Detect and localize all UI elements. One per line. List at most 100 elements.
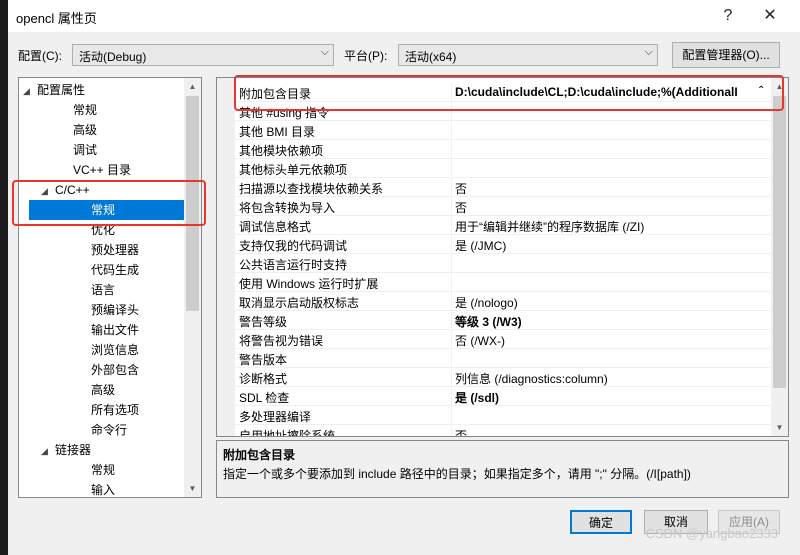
- tree-item[interactable]: ◢ 链接器: [41, 440, 91, 460]
- property-value[interactable]: 否: [455, 199, 467, 216]
- tree-item[interactable]: 常规: [77, 460, 115, 480]
- tree-item[interactable]: 调试: [59, 140, 97, 160]
- tree-item-label: 常规: [73, 103, 98, 117]
- platform-value: 活动(x64): [405, 50, 457, 64]
- tree-item[interactable]: 语言: [77, 280, 115, 300]
- tree-item-label: 调试: [73, 143, 98, 157]
- property-name: 使用 Windows 运行时扩展: [239, 277, 379, 291]
- property-row[interactable]: 其他 BMI 目录: [217, 121, 772, 140]
- scroll-down-icon[interactable]: ▼: [184, 480, 201, 497]
- tree-item-label: 高级: [73, 123, 98, 137]
- tree-item[interactable]: 命令行: [77, 420, 127, 440]
- property-value[interactable]: 是 (/JMC): [455, 237, 506, 254]
- property-name: 诊断格式: [239, 372, 288, 386]
- scroll-down-icon[interactable]: ▼: [771, 419, 788, 436]
- property-grid[interactable]: 附加包含目录 D:\cuda\include\CL;D:\cuda\include…: [216, 77, 789, 437]
- tree-item[interactable]: 高级: [59, 120, 97, 140]
- property-name: 扫描源以查找模块依赖关系: [239, 182, 384, 196]
- column-divider: [451, 197, 452, 216]
- column-divider: [451, 387, 452, 406]
- property-value[interactable]: 列信息 (/diagnostics:column): [455, 370, 608, 387]
- property-name: 多处理器编译: [239, 410, 312, 424]
- property-name: 取消显示启动版权标志: [239, 296, 360, 310]
- chevron-down-icon: ⌵: [644, 46, 653, 58]
- scroll-up-icon[interactable]: ▲: [184, 78, 201, 95]
- expand-icon[interactable]: ◢: [23, 81, 37, 101]
- property-row[interactable]: SDL 检查 是 (/sdl): [217, 387, 772, 406]
- property-row[interactable]: 其他标头单元依赖项: [217, 159, 772, 178]
- property-row[interactable]: 扫描源以查找模块依赖关系 否: [217, 178, 772, 197]
- property-row[interactable]: 调试信息格式 用于“编辑并继续”的程序数据库 (/ZI): [217, 216, 772, 235]
- tree-item-label: 预处理器: [91, 243, 140, 257]
- column-divider: [451, 235, 452, 254]
- chevron-down-icon: ⌵: [320, 46, 329, 58]
- property-tree[interactable]: ◢ 配置属性 常规 高级 调试 VC++ 目录 ◢ C/C++ 常规 优化 预处理器 代码生成 语言 预编…: [18, 77, 202, 498]
- property-value[interactable]: 用于“编辑并继续”的程序数据库 (/ZI): [455, 218, 644, 235]
- tree-item[interactable]: 外部包含: [77, 360, 139, 380]
- tree-item[interactable]: 浏览信息: [77, 340, 139, 360]
- config-dropdown[interactable]: 活动(Debug) ⌵: [72, 44, 334, 66]
- platform-dropdown[interactable]: 活动(x64) ⌵: [398, 44, 658, 66]
- ok-button[interactable]: 确定: [570, 510, 632, 534]
- property-row[interactable]: 多处理器编译: [217, 406, 772, 425]
- tree-item[interactable]: 高级: [77, 380, 115, 400]
- grid-scroll-thumb[interactable]: [773, 96, 786, 388]
- tree-item-label: 高级: [91, 383, 116, 397]
- property-row[interactable]: 其他模块依赖项: [217, 140, 772, 159]
- tree-item[interactable]: VC++ 目录: [59, 160, 131, 180]
- property-value[interactable]: 等级 3 (/W3): [455, 313, 522, 330]
- tree-item[interactable]: 所有选项: [77, 400, 139, 420]
- config-manager-button[interactable]: 配置管理器(O)...: [672, 42, 780, 68]
- property-value[interactable]: 是 (/nologo): [455, 294, 518, 311]
- close-button[interactable]: ✕: [756, 4, 784, 28]
- tree-item-label: 命令行: [91, 423, 128, 437]
- property-row[interactable]: 启用地址擦除系统 否: [217, 425, 772, 437]
- property-row[interactable]: 使用 Windows 运行时扩展: [217, 273, 772, 292]
- property-row[interactable]: 将包含转换为导入 否: [217, 197, 772, 216]
- property-value[interactable]: 是 (/sdl): [455, 389, 499, 406]
- tree-scrollbar[interactable]: ▲ ▼: [184, 78, 201, 497]
- column-divider: [451, 406, 452, 425]
- property-name: 公共语言运行时支持: [239, 258, 348, 272]
- property-value[interactable]: 否: [455, 180, 467, 197]
- property-name: SDL 检查: [239, 391, 290, 405]
- property-name: 支持仅我的代码调试: [239, 239, 348, 253]
- property-row[interactable]: 将警告视为错误 否 (/WX-): [217, 330, 772, 349]
- config-value: 活动(Debug): [79, 50, 147, 64]
- property-value[interactable]: 否: [455, 427, 467, 436]
- property-row[interactable]: 警告等级 等级 3 (/W3): [217, 311, 772, 330]
- tree-item-label: 所有选项: [91, 403, 140, 417]
- property-value[interactable]: 否 (/WX-): [455, 332, 505, 349]
- property-row[interactable]: 取消显示启动版权标志 是 (/nologo): [217, 292, 772, 311]
- column-divider: [451, 121, 452, 140]
- property-name: 将包含转换为导入: [239, 201, 336, 215]
- property-name: 调试信息格式: [239, 220, 312, 234]
- column-divider: [451, 178, 452, 197]
- configuration-row: 配置(C): 活动(Debug) ⌵ 平台(P): 活动(x64) ⌵ 配置管理…: [8, 42, 800, 68]
- tree-item-label: 输入: [91, 483, 116, 497]
- description-panel: 附加包含目录 指定一个或多个要添加到 include 路径中的目录；如果指定多个…: [216, 440, 789, 498]
- tree-item[interactable]: 预编译头: [77, 300, 139, 320]
- tree-item[interactable]: 常规: [59, 100, 97, 120]
- column-divider: [451, 349, 452, 368]
- property-row[interactable]: 公共语言运行时支持: [217, 254, 772, 273]
- description-text: 指定一个或多个要添加到 include 路径中的目录；如果指定多个，请用 ";"…: [223, 467, 691, 481]
- tree-item[interactable]: 代码生成: [77, 260, 139, 280]
- expand-icon[interactable]: ◢: [41, 441, 55, 461]
- property-row[interactable]: 警告版本: [217, 349, 772, 368]
- tree-item-label: VC++ 目录: [73, 163, 132, 177]
- tree-item-label: 输出文件: [91, 323, 140, 337]
- tree-item-label: 配置属性: [37, 83, 86, 97]
- tree-item[interactable]: 输入: [77, 480, 116, 497]
- tree-item[interactable]: ◢ 配置属性: [23, 80, 85, 100]
- property-row[interactable]: 诊断格式 列信息 (/diagnostics:column): [217, 368, 772, 387]
- property-name: 启用地址擦除系统: [239, 429, 336, 437]
- property-row[interactable]: 支持仅我的代码调试 是 (/JMC): [217, 235, 772, 254]
- tree-item[interactable]: 预处理器: [77, 240, 139, 260]
- tree-item[interactable]: 输出文件: [77, 320, 139, 340]
- title-bar: opencl 属性页 ? ✕: [8, 0, 800, 32]
- column-divider: [451, 254, 452, 273]
- property-pages-dialog: opencl 属性页 ? ✕ 配置(C): 活动(Debug) ⌵ 平台(P):…: [8, 0, 800, 555]
- help-button[interactable]: ?: [714, 4, 742, 28]
- grid-scrollbar[interactable]: ▲ ▼: [771, 78, 788, 436]
